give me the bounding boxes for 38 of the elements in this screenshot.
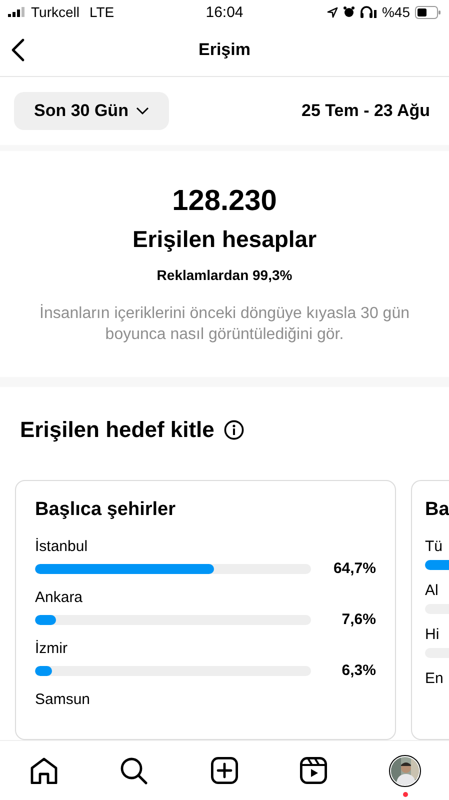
chevron-down-icon [136,107,150,115]
battery-icon [415,6,441,18]
video-icon[interactable] [300,757,327,784]
city-name: İstanbul [35,538,89,555]
reach-label: Erişilen hesaplar [132,226,317,253]
city-name: Al [425,582,440,599]
headphones-icon [360,6,377,18]
description-text: İnsanların içeriklerini önceki döngüye kıyasla 30 gün boyunca nasıl görüntülediğini gör. [38,303,410,345]
clock-time: 16:04 [206,4,244,20]
info-icon[interactable] [224,420,244,440]
profile-avatar[interactable] [389,755,421,787]
percentage: 6,3% [342,662,376,679]
location-icon [326,6,338,18]
city-name: Hi [425,626,440,643]
search-icon[interactable] [120,757,148,785]
alarm-icon [342,6,355,18]
carrier-name: Turkcell [31,4,80,20]
section-title: Erişilen hedef kitle [20,417,214,443]
back-icon[interactable] [11,38,25,62]
reach-count: 128.230 [172,185,277,218]
percentage: 7,6% [342,611,376,628]
date-range: 25 Tem - 23 Ağu [302,101,430,121]
city-name: Tü [425,538,444,555]
city-name: Ankara [35,589,84,606]
city-name: Samsun [35,691,92,708]
card-title: Başlıca şehirler [35,499,176,521]
page-title: Erişim [198,40,250,60]
signal-icon [8,7,25,17]
ads-share: Reklamlardan 99,3% [156,267,292,283]
home-icon[interactable] [30,757,58,784]
card-title: Ba [425,499,449,521]
network-type: LTE [90,4,114,20]
period-dropdown[interactable]: Son 30 Gün [14,92,170,130]
city-name: İzmir [35,640,68,657]
add-icon[interactable] [210,757,238,784]
battery-percent: %45 [382,4,410,20]
percentage: 64,7% [333,560,376,577]
city-name: En [425,670,444,687]
